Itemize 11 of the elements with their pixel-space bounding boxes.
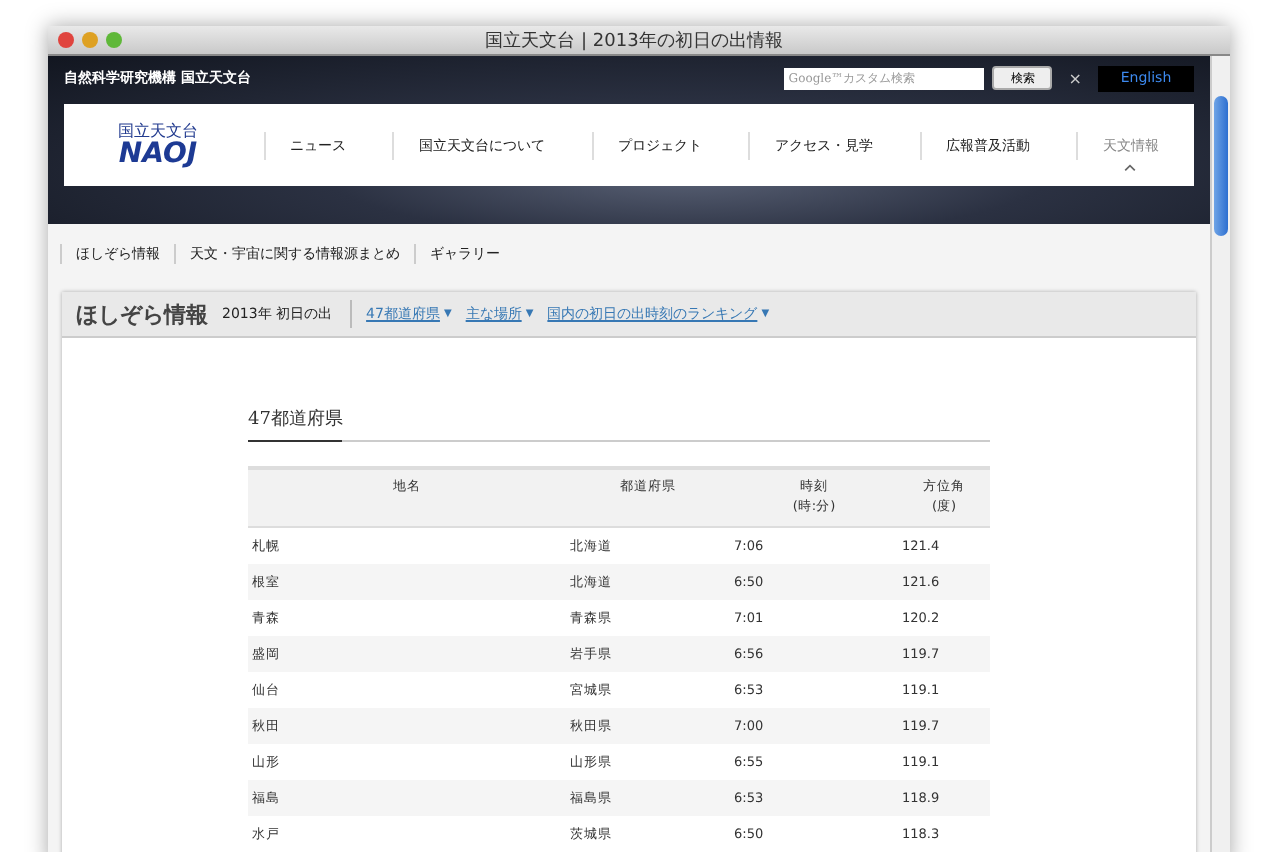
minimize-icon[interactable] — [82, 32, 98, 48]
close-icon[interactable] — [58, 32, 74, 48]
clear-button[interactable]: × — [1060, 69, 1090, 87]
window-title: 国立天文台 | 2013年の初日の出情報 — [483, 29, 785, 53]
table-heading: 47都道府県 — [248, 406, 343, 442]
scrollbar[interactable] — [1210, 56, 1230, 852]
section-title: ほしぞら情報 — [76, 299, 208, 329]
scroll-thumb[interactable] — [1214, 96, 1228, 236]
caret-icon — [1124, 163, 1137, 171]
zoom-icon[interactable] — [106, 32, 122, 48]
logo[interactable]: 国立天文台 NAOJ — [64, 123, 252, 167]
